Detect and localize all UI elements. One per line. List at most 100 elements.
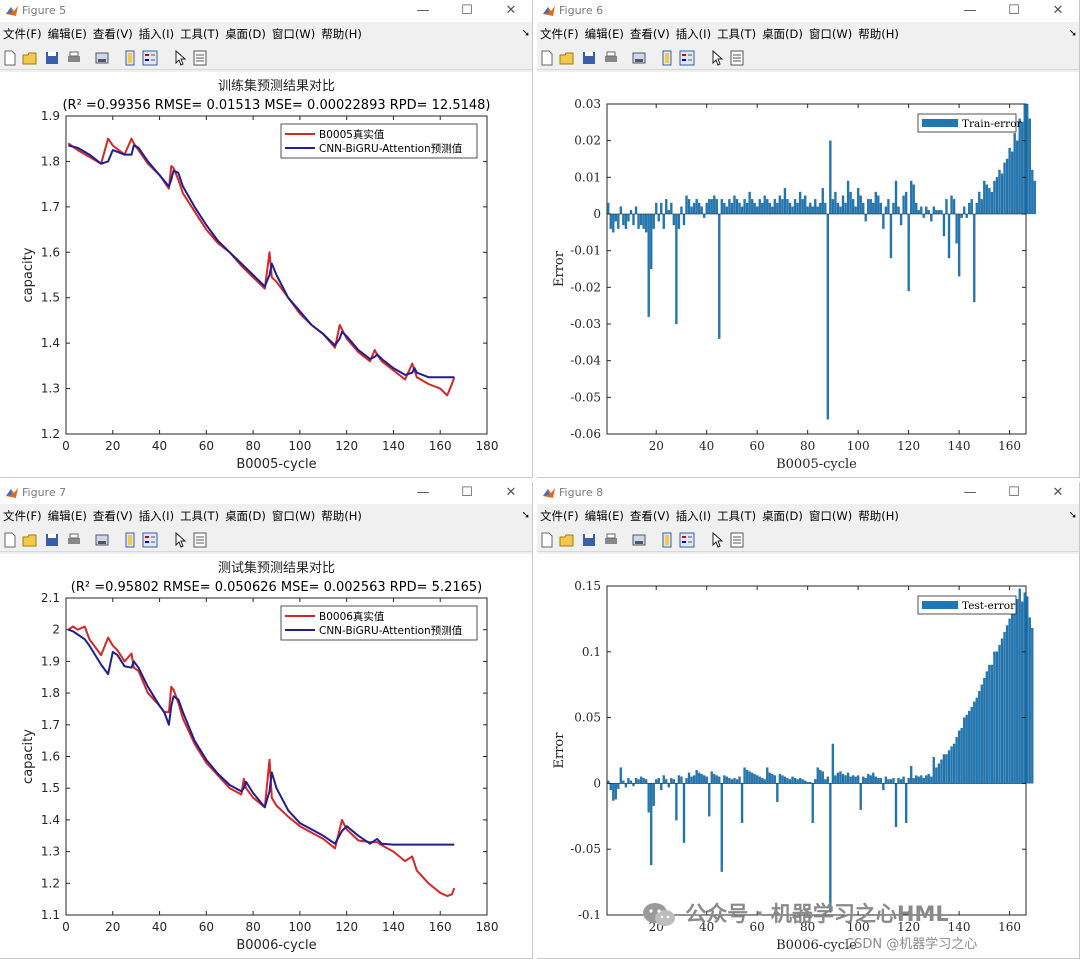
pointer-icon[interactable] <box>709 50 725 66</box>
menu-overflow-icon[interactable]: ➘ <box>522 506 530 526</box>
menu-item-2[interactable]: 查看(V) <box>90 506 136 526</box>
colorbar-icon[interactable] <box>659 50 675 66</box>
menu-item-3[interactable]: 插入(I) <box>673 506 714 526</box>
menu-item-3[interactable]: 插入(I) <box>673 24 714 44</box>
save-icon[interactable] <box>581 532 597 548</box>
maximize-button[interactable]: ☐ <box>447 483 487 503</box>
menu-item-4[interactable]: 工具(T) <box>177 506 222 526</box>
title-bar[interactable]: Figure 7 — ☐ ✕ <box>0 482 532 504</box>
error-bar <box>1003 631 1006 784</box>
legend-icon[interactable] <box>142 50 158 66</box>
maximize-button[interactable]: ☐ <box>447 1 487 21</box>
pointer-icon[interactable] <box>172 50 188 66</box>
legend-icon[interactable] <box>142 532 158 548</box>
menu-item-1[interactable]: 编辑(E) <box>582 24 627 44</box>
error-bar <box>718 213 721 339</box>
title-bar[interactable]: Figure 5 — ☐ ✕ <box>0 0 532 22</box>
menu-item-4[interactable]: 工具(T) <box>714 506 759 526</box>
error-bar <box>644 213 648 233</box>
legend-label: B0005真实值 <box>319 128 385 141</box>
pointer-icon[interactable] <box>172 532 188 548</box>
legend-icon[interactable] <box>679 50 695 66</box>
open-folder-icon[interactable] <box>22 532 38 548</box>
menu-item-6[interactable]: 窗口(W) <box>806 24 855 44</box>
property-editor-icon[interactable] <box>729 532 745 548</box>
error-bar <box>904 783 908 824</box>
title-bar[interactable]: Figure 8 — ☐ ✕ <box>537 482 1079 504</box>
close-button[interactable]: ✕ <box>491 483 531 503</box>
menu-overflow-icon[interactable]: ➘ <box>1069 24 1077 44</box>
menu-item-2[interactable]: 查看(V) <box>627 506 673 526</box>
menu-item-2[interactable]: 查看(V) <box>627 24 673 44</box>
open-folder-icon[interactable] <box>559 50 575 66</box>
menu-item-7[interactable]: 帮助(H) <box>855 506 902 526</box>
error-bar <box>687 772 691 784</box>
maximize-button[interactable]: ☐ <box>994 483 1034 503</box>
menu-item-7[interactable]: 帮助(H) <box>318 506 365 526</box>
maximize-button[interactable]: ☐ <box>994 1 1034 21</box>
menu-item-6[interactable]: 窗口(W) <box>269 24 318 44</box>
new-file-icon[interactable] <box>2 50 18 66</box>
print-icon[interactable] <box>603 50 619 66</box>
menu-item-5[interactable]: 桌面(D) <box>759 506 806 526</box>
print-preview-icon[interactable] <box>631 50 647 66</box>
menu-item-0[interactable]: 文件(F) <box>0 24 45 44</box>
menu-item-4[interactable]: 工具(T) <box>177 24 222 44</box>
error-bar <box>826 213 830 420</box>
property-editor-icon[interactable] <box>192 50 208 66</box>
error-bar <box>897 777 900 784</box>
menu-item-3[interactable]: 插入(I) <box>136 24 177 44</box>
minimize-button[interactable]: — <box>950 1 990 21</box>
menu-item-1[interactable]: 编辑(E) <box>45 24 90 44</box>
watermark-text: 公众号 · 机器学习之心HML <box>685 902 949 926</box>
menu-item-2[interactable]: 查看(V) <box>90 24 136 44</box>
colorbar-icon[interactable] <box>122 50 138 66</box>
print-icon[interactable] <box>66 532 82 548</box>
menu-item-0[interactable]: 文件(F) <box>537 24 582 44</box>
menu-overflow-icon[interactable]: ➘ <box>1069 506 1077 526</box>
menu-item-4[interactable]: 工具(T) <box>714 24 759 44</box>
menu-item-6[interactable]: 窗口(W) <box>806 506 855 526</box>
print-icon[interactable] <box>603 532 619 548</box>
menu-item-0[interactable]: 文件(F) <box>537 506 582 526</box>
new-file-icon[interactable] <box>539 532 555 548</box>
menu-item-7[interactable]: 帮助(H) <box>318 24 365 44</box>
close-button[interactable]: ✕ <box>1038 1 1078 21</box>
print-preview-icon[interactable] <box>94 532 110 548</box>
print-preview-icon[interactable] <box>94 50 110 66</box>
menu-item-5[interactable]: 桌面(D) <box>759 24 806 44</box>
menu-item-6[interactable]: 窗口(W) <box>269 506 318 526</box>
x-tick-label: 20 <box>105 439 120 453</box>
property-editor-icon[interactable] <box>192 532 208 548</box>
open-folder-icon[interactable] <box>22 50 38 66</box>
menu-item-5[interactable]: 桌面(D) <box>222 24 269 44</box>
menu-item-0[interactable]: 文件(F) <box>0 506 45 526</box>
minimize-button[interactable]: — <box>950 483 990 503</box>
title-bar[interactable]: Figure 6 — ☐ ✕ <box>537 0 1079 22</box>
close-button[interactable]: ✕ <box>491 1 531 21</box>
property-editor-icon[interactable] <box>729 50 745 66</box>
pointer-icon[interactable] <box>709 532 725 548</box>
minimize-button[interactable]: — <box>403 1 443 21</box>
new-file-icon[interactable] <box>2 532 18 548</box>
new-file-icon[interactable] <box>539 50 555 66</box>
menu-overflow-icon[interactable]: ➘ <box>522 24 530 44</box>
menu-item-1[interactable]: 编辑(E) <box>45 506 90 526</box>
open-folder-icon[interactable] <box>559 532 575 548</box>
colorbar-icon[interactable] <box>659 532 675 548</box>
minimize-button[interactable]: — <box>403 483 443 503</box>
menu-item-1[interactable]: 编辑(E) <box>582 506 627 526</box>
menu-item-7[interactable]: 帮助(H) <box>855 24 902 44</box>
print-icon[interactable] <box>66 50 82 66</box>
save-icon[interactable] <box>44 532 60 548</box>
menu-item-3[interactable]: 插入(I) <box>136 506 177 526</box>
print-preview-icon[interactable] <box>631 532 647 548</box>
menu-item-5[interactable]: 桌面(D) <box>222 506 269 526</box>
y-tick-label: -0.01 <box>570 244 601 258</box>
close-button[interactable]: ✕ <box>1038 483 1078 503</box>
colorbar-icon[interactable] <box>122 532 138 548</box>
menu-bar: 文件(F) 编辑(E) 查看(V) 插入(I) 工具(T) 桌面(D) 窗口(W) 帮助(H)… <box>0 24 532 44</box>
legend-icon[interactable] <box>679 532 695 548</box>
save-icon[interactable] <box>44 50 60 66</box>
save-icon[interactable] <box>581 50 597 66</box>
